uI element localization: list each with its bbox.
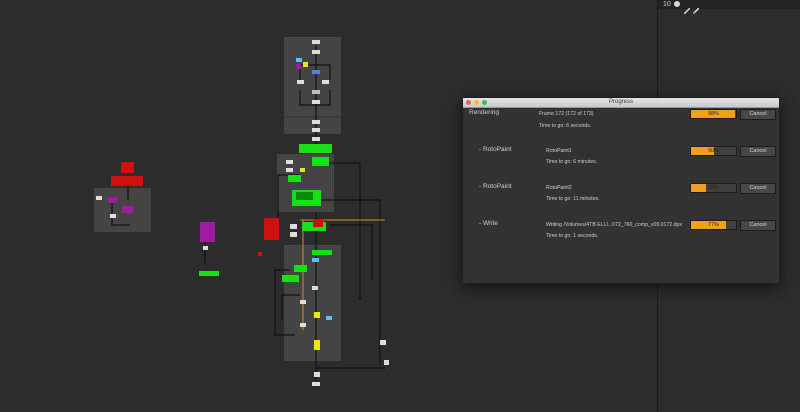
progress-bar: 98% bbox=[690, 109, 737, 119]
row-eta: Time to go: 6 minutes. bbox=[546, 159, 598, 165]
row-name: - Write bbox=[479, 220, 499, 227]
progress-bar: 77% bbox=[690, 220, 737, 230]
row-name: Rendering bbox=[469, 109, 499, 116]
progress-bar: 50% bbox=[690, 146, 737, 156]
node-connections bbox=[111, 45, 385, 380]
cancel-button[interactable]: Cancel bbox=[740, 183, 776, 194]
camera-icon[interactable] bbox=[674, 1, 680, 7]
row-info: RotoPaint2 bbox=[546, 185, 572, 191]
cancel-button[interactable]: Cancel bbox=[740, 109, 776, 120]
progress-percent: 50% bbox=[708, 148, 719, 154]
backdrop-node[interactable] bbox=[284, 245, 341, 361]
progress-percent: 33% bbox=[708, 185, 719, 191]
row-eta: Time to go: 6 seconds. bbox=[539, 123, 592, 129]
mask-icon[interactable] bbox=[683, 1, 691, 15]
cancel-button[interactable]: Cancel bbox=[740, 146, 776, 157]
row-info: RotoPaint1 bbox=[546, 148, 572, 154]
row-info: Writing /Volumes/4TB ELLI...072_760_comp… bbox=[546, 222, 683, 228]
dialog-titlebar[interactable]: Progress bbox=[463, 98, 779, 108]
dialog-title: Progress bbox=[608, 99, 633, 105]
row-name: - RotoPaint bbox=[479, 146, 512, 153]
row-info: Frame 172 (172 of 173) bbox=[539, 111, 594, 117]
progress-percent: 77% bbox=[708, 222, 719, 228]
row-eta: Time to go: 1 seconds. bbox=[546, 233, 599, 239]
row-eta: Time to go: 11 minutes. bbox=[546, 196, 600, 202]
frame-number: 10 bbox=[663, 1, 671, 8]
progress-bar: 33% bbox=[690, 183, 737, 193]
cancel-button[interactable]: Cancel bbox=[740, 220, 776, 231]
progress-dialog: Progress Rendering Frame 172 (172 of 173… bbox=[462, 97, 780, 284]
progress-percent: 98% bbox=[708, 111, 719, 117]
row-name: - RotoPaint bbox=[479, 183, 512, 190]
paint-icon[interactable] bbox=[692, 1, 700, 15]
